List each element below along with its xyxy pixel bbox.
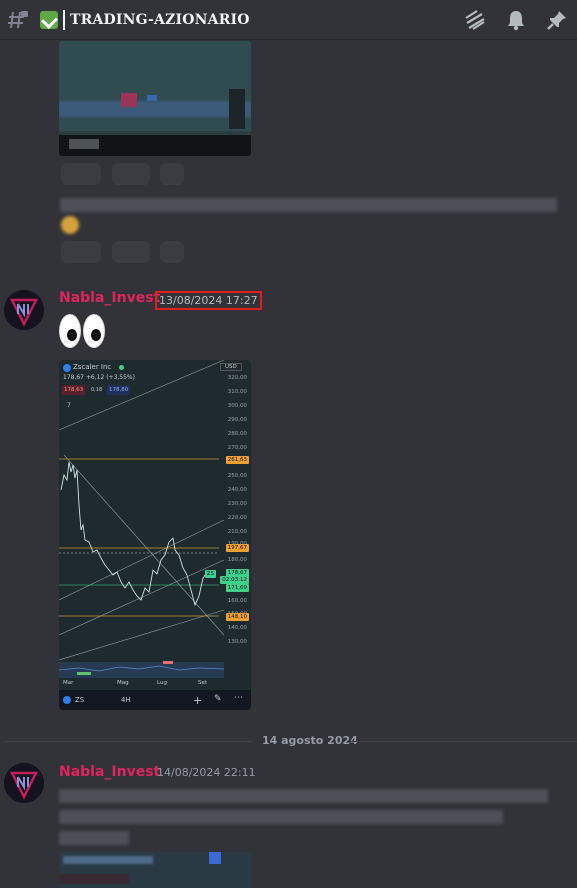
username[interactable]: Nabla_Invest bbox=[59, 290, 160, 306]
blurred-emoji bbox=[61, 216, 79, 234]
x-axis-label: Lug bbox=[157, 680, 167, 686]
bottom-symbol[interactable]: ZS bbox=[75, 696, 84, 704]
notification-bell-icon[interactable] bbox=[502, 6, 530, 34]
reaction-blurred-2[interactable] bbox=[112, 163, 150, 185]
message-timestamp[interactable]: 14/08/2024 22:11 bbox=[157, 766, 256, 779]
chart-bottom-toolbar: ZS 4H + ✎ ⋯ bbox=[59, 690, 251, 710]
reaction-blurred-3[interactable] bbox=[160, 163, 184, 185]
text-channel-hash-icon bbox=[6, 8, 30, 32]
pinned-messages-icon[interactable] bbox=[543, 6, 571, 34]
channel-name: TRADING-AZIONARIO bbox=[70, 11, 250, 28]
price-chart-canvas bbox=[59, 360, 225, 678]
blurred-message-text bbox=[59, 810, 503, 824]
message-timestamp[interactable]: 13/08/2024 17:27 bbox=[155, 291, 262, 310]
date-separator-label: 14 agosto 2024 bbox=[262, 734, 358, 747]
blurred-attachment-image[interactable] bbox=[59, 852, 251, 888]
symbol-logo-icon bbox=[63, 696, 71, 704]
x-axis-label: Mar bbox=[63, 680, 74, 686]
y-axis-label: 240,00 bbox=[227, 487, 247, 493]
user-avatar[interactable] bbox=[4, 763, 44, 803]
blurred-message-text bbox=[59, 831, 129, 845]
date-separator: 14 agosto 2024 bbox=[0, 733, 577, 749]
blurred-attachment-image[interactable] bbox=[59, 41, 251, 156]
draw-pencil-icon[interactable]: ✎ bbox=[214, 694, 222, 704]
chart-attachment[interactable]: Zscaler Inc 178,67 +6,12 (+3,55%) 178,63… bbox=[59, 360, 251, 710]
y-axis-label: 320,00 bbox=[227, 375, 247, 381]
price-tag-countdown: 02:03:12 bbox=[220, 576, 249, 584]
more-options-icon[interactable]: ⋯ bbox=[234, 693, 243, 703]
blurred-message-text bbox=[59, 789, 548, 803]
bottom-interval[interactable]: 4H bbox=[121, 696, 131, 704]
add-icon[interactable]: + bbox=[193, 694, 202, 707]
channel-header: TRADING-AZIONARIO bbox=[0, 0, 577, 40]
y-axis-label: 290,00 bbox=[227, 417, 247, 423]
title-divider bbox=[63, 9, 65, 30]
reaction-blurred-5[interactable] bbox=[112, 241, 150, 263]
price-tag-level: 197,67 bbox=[225, 544, 249, 552]
y-axis-label: 230,00 bbox=[227, 501, 247, 507]
y-axis-label: 180,00 bbox=[227, 557, 247, 563]
y-axis-label: 280,00 bbox=[227, 431, 247, 437]
y-axis-label: 310,00 bbox=[227, 389, 247, 395]
price-tag-level: 171,69 bbox=[225, 584, 249, 592]
eyes-emoji bbox=[59, 314, 105, 348]
y-axis-label: 270,00 bbox=[227, 445, 247, 451]
y-axis-label: 130,00 bbox=[227, 639, 247, 645]
price-tag-level: 148,10 bbox=[225, 613, 249, 621]
y-axis-label: 220,00 bbox=[227, 515, 247, 521]
reaction-blurred-6[interactable] bbox=[160, 241, 184, 263]
user-avatar[interactable] bbox=[4, 290, 44, 330]
reaction-blurred-4[interactable] bbox=[61, 241, 101, 263]
price-tag-level: 261,63 bbox=[225, 456, 249, 464]
symbol-tag: ZS bbox=[204, 570, 216, 578]
y-axis-label: 140,00 bbox=[227, 625, 247, 631]
y-axis-label: 210,00 bbox=[227, 529, 247, 535]
reaction-blurred-1[interactable] bbox=[61, 163, 101, 185]
username[interactable]: Nabla_Invest bbox=[59, 764, 160, 780]
y-axis-label: 250,00 bbox=[227, 473, 247, 479]
y-axis-label: 300,00 bbox=[227, 403, 247, 409]
y-axis-label: 160,00 bbox=[227, 598, 247, 604]
threads-icon[interactable] bbox=[461, 6, 489, 34]
check-mark-emoji bbox=[40, 10, 58, 29]
x-axis-label: Set bbox=[198, 680, 208, 686]
x-axis-label: Mag bbox=[117, 680, 129, 686]
blurred-message-text bbox=[60, 198, 557, 212]
